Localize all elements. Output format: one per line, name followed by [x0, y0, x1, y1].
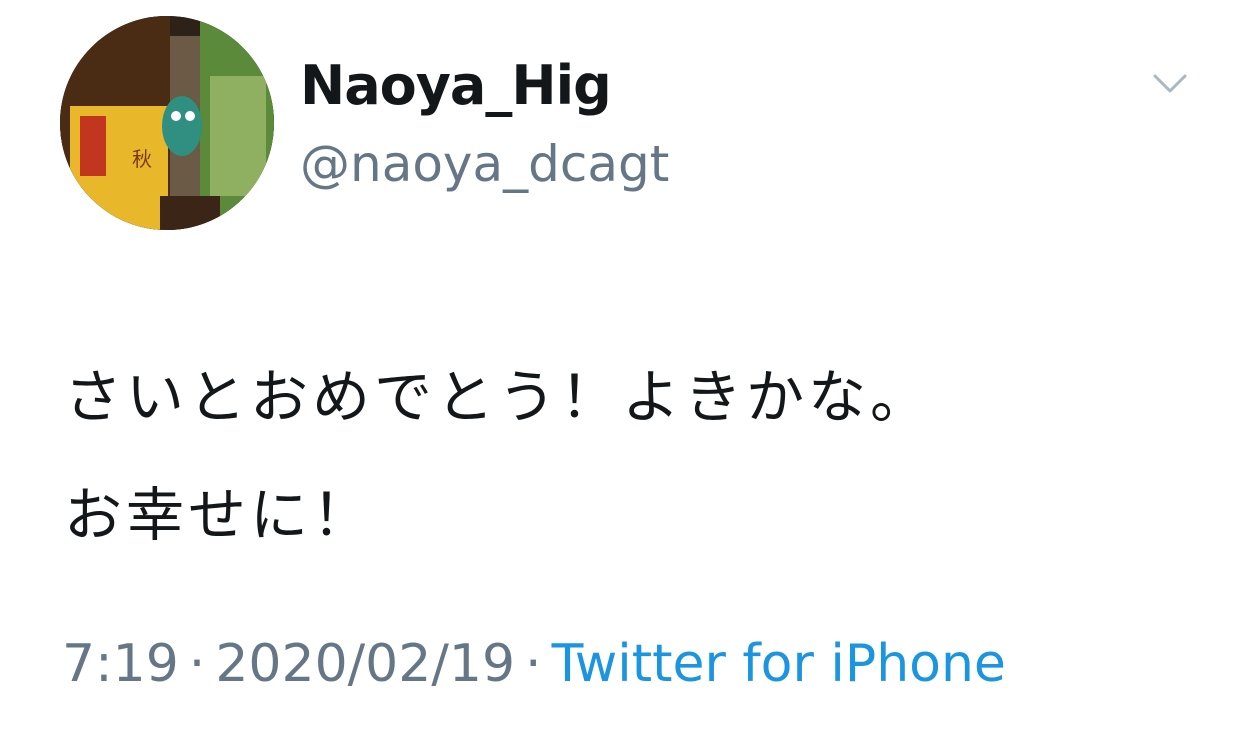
avatar[interactable]: 秋: [60, 16, 274, 230]
tweet-time[interactable]: 7:19: [62, 634, 179, 694]
svg-text:秋: 秋: [132, 147, 152, 171]
user-handle[interactable]: @naoya_dcagt: [300, 130, 669, 198]
separator-dot: ·: [525, 634, 542, 694]
tweet-card: 秋 Naoya_Hig @naoya_dcagt さいとおめでとう！よきかな。 …: [0, 0, 1242, 740]
avatar-photo: 秋: [60, 16, 274, 230]
tweet-source-link[interactable]: Twitter for iPhone: [552, 634, 1006, 694]
tweet-date[interactable]: 2020/02/19: [215, 634, 515, 694]
chevron-down-icon[interactable]: [1150, 66, 1190, 102]
tweet-text-line: さいとおめでとう！よきかな。: [64, 363, 933, 431]
tweet-meta: 7:19 · 2020/02/19 · Twitter for iPhone: [62, 628, 1006, 700]
separator-dot: ·: [188, 634, 206, 694]
tweet-text: さいとおめでとう！よきかな。 お幸せに！: [64, 338, 1184, 574]
display-name[interactable]: Naoya_Hig: [300, 50, 612, 122]
tweet-text-line: お幸せに！: [64, 481, 375, 549]
